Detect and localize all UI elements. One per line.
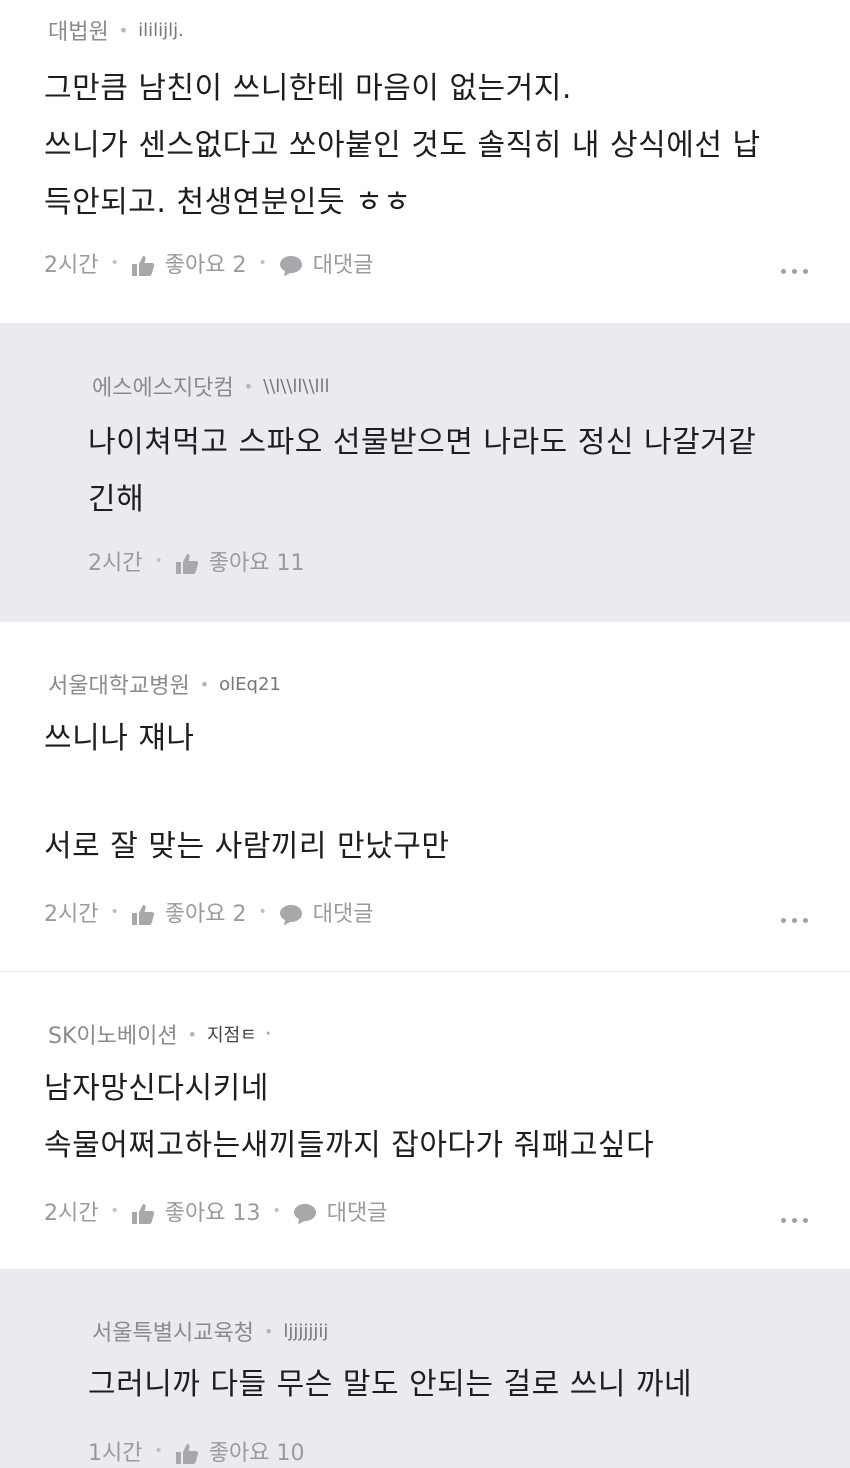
meta-dot: • (263, 1321, 274, 1341)
like-label: 좋아요 2 (164, 902, 247, 927)
like-button[interactable]: 좋아요 10 (175, 1435, 305, 1467)
comment-line: 서로 잘 맞는 사람끼리 만났구만 (44, 829, 450, 864)
comment-actions: 1시간 • 좋아요 10 (88, 1435, 304, 1467)
comment-meta: 대법원 • ililijlj. (48, 14, 184, 46)
reply-label: 대댓글 (312, 902, 374, 927)
like-label: 좋아요 11 (208, 551, 305, 576)
meta-dot: • (243, 376, 254, 396)
action-dot: • (110, 255, 119, 271)
meta-dot: • (199, 674, 210, 694)
comment-meta: 에스에스지닷컴 • \\l\\ll\\lll (92, 370, 330, 402)
speech-bubble-icon (279, 256, 302, 277)
comment-time: 2시간 (44, 253, 99, 278)
comment-time: 1시간 (88, 1441, 143, 1466)
author-nickname[interactable]: \\l\\ll\\lll (263, 376, 329, 397)
thumbs-up-icon (131, 1204, 154, 1224)
comment-item: SK이노베이션 • 지점ㅌ · 남자망신다시키네 속물어쩌고하는새끼들까지 잡아… (0, 972, 850, 1270)
comment-meta: 서울대학교병원 • olEq21 (48, 668, 281, 700)
author-nickname[interactable]: olEq21 (219, 674, 281, 695)
speech-bubble-icon (279, 905, 302, 926)
action-dot: • (258, 904, 267, 920)
comment-line: 득안되고. 천생연분인듯 ㅎㅎ (44, 185, 412, 220)
author-nickname[interactable]: 지점ㅌ (207, 1021, 257, 1047)
more-options-icon[interactable] (781, 1218, 808, 1223)
comment-line: 긴해 (88, 482, 145, 517)
thumbs-up-icon (131, 256, 154, 276)
comment-item: 대법원 • ililijlj. 그만큼 남친이 쓰니한테 마음이 없는거지. 쓰… (0, 0, 850, 324)
comment-text: 쓰니나 쟤나 서로 잘 맞는 사람끼리 만났구만 (44, 710, 449, 875)
comment-line: 쓰니가 센스없다고 쏘아붙인 것도 솔직히 내 상식에선 납 (44, 128, 761, 163)
like-label: 좋아요 2 (164, 253, 247, 278)
like-button[interactable]: 좋아요 13 (131, 1195, 261, 1227)
comment-time: 2시간 (44, 1201, 99, 1226)
action-dot: • (110, 1203, 119, 1219)
thumbs-up-icon (175, 1444, 198, 1464)
like-button[interactable]: 좋아요 11 (175, 545, 305, 577)
comment-text: 나이쳐먹고 스파오 선물받으면 나라도 정신 나갈거같 긴해 (88, 414, 756, 528)
author-company[interactable]: 대법원 (48, 14, 109, 46)
comment-time: 2시간 (88, 551, 143, 576)
comment-line: 쓰니나 쟤나 (44, 721, 195, 756)
comment-line: 그러니까 다들 무슨 말도 안되는 걸로 쓰니 까네 (88, 1367, 693, 1402)
comment-item: 서울대학교병원 • olEq21 쓰니나 쟤나 서로 잘 맞는 사람끼리 만났구… (0, 622, 850, 972)
comment-actions: 2시간 • 좋아요 13 • 대댓글 (44, 1195, 387, 1227)
thumbs-up-icon (175, 554, 198, 574)
author-nickname[interactable]: ljjjjjjij (283, 1321, 328, 1342)
reply-button[interactable]: 대댓글 (279, 896, 374, 928)
action-dot: • (154, 1443, 163, 1459)
comment-text: 그만큼 남친이 쓰니한테 마음이 없는거지. 쓰니가 센스없다고 쏘아붙인 것도… (44, 60, 761, 231)
comment-line: 속물어쩌고하는새끼들까지 잡아다가 줘패고싶다 (44, 1128, 655, 1163)
reply-label: 대댓글 (312, 253, 374, 278)
comment-actions: 2시간 • 좋아요 11 (88, 545, 304, 577)
reply-label: 대댓글 (326, 1201, 388, 1226)
more-options-icon[interactable] (781, 269, 808, 274)
meta-trailing-dot: · (264, 1021, 272, 1047)
comment-line: 나이쳐먹고 스파오 선물받으면 나라도 정신 나갈거같 (88, 425, 757, 460)
reply-button[interactable]: 대댓글 (293, 1195, 388, 1227)
action-dot: • (154, 553, 163, 569)
comment-text: 남자망신다시키네 속물어쩌고하는새끼들까지 잡아다가 줘패고싶다 (44, 1060, 654, 1174)
comment-actions: 2시간 • 좋아요 2 • 대댓글 (44, 896, 373, 928)
action-dot: • (272, 1203, 281, 1219)
reply-item: 서울특별시교육청 • ljjjjjjij 그러니까 다들 무슨 말도 안되는 걸… (0, 1270, 850, 1468)
like-button[interactable]: 좋아요 2 (131, 896, 247, 928)
author-company[interactable]: 에스에스지닷컴 (92, 370, 234, 402)
comment-actions: 2시간 • 좋아요 2 • 대댓글 (44, 247, 373, 279)
speech-bubble-icon (293, 1204, 316, 1225)
comment-text: 그러니까 다들 무슨 말도 안되는 걸로 쓰니 까네 (88, 1356, 692, 1413)
like-label: 좋아요 10 (208, 1441, 305, 1466)
author-nickname[interactable]: ililijlj. (138, 20, 184, 41)
author-company[interactable]: 서울대학교병원 (48, 668, 190, 700)
comment-line: 남자망신다시키네 (44, 1071, 269, 1106)
author-company[interactable]: 서울특별시교육청 (92, 1315, 254, 1347)
like-label: 좋아요 13 (164, 1201, 261, 1226)
action-dot: • (110, 904, 119, 920)
meta-dot: • (187, 1024, 198, 1044)
comment-line: 그만큼 남친이 쓰니한테 마음이 없는거지. (44, 71, 572, 106)
comment-meta: 서울특별시교육청 • ljjjjjjij (92, 1315, 328, 1347)
like-button[interactable]: 좋아요 2 (131, 247, 247, 279)
comment-time: 2시간 (44, 902, 99, 927)
reply-item: 에스에스지닷컴 • \\l\\ll\\lll 나이쳐먹고 스파오 선물받으면 나… (0, 324, 850, 622)
more-options-icon[interactable] (781, 918, 808, 923)
author-company[interactable]: SK이노베이션 (48, 1018, 178, 1050)
reply-button[interactable]: 대댓글 (279, 247, 374, 279)
thumbs-up-icon (131, 905, 154, 925)
comment-meta: SK이노베이션 • 지점ㅌ · (48, 1018, 272, 1050)
action-dot: • (258, 255, 267, 271)
meta-dot: • (118, 20, 129, 40)
